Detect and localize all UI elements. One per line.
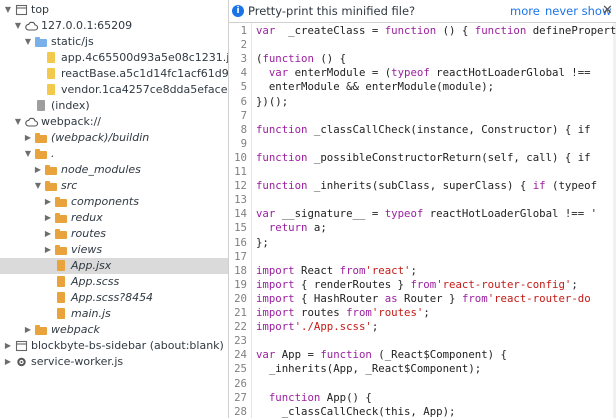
collapsed-arrow-icon[interactable]: ▶ — [23, 130, 33, 146]
file-yellow-icon — [45, 52, 58, 64]
tree-item-top[interactable]: ▼ top — [0, 2, 228, 18]
tree-item-label: service-worker.js — [31, 355, 124, 368]
cloud-icon — [25, 20, 39, 32]
tree-item-reactbase-bundle[interactable]: reactBase.a5c1d14fc1acf61d98e — [0, 66, 228, 82]
tree-item-node-modules[interactable]: ▶ node_modules — [0, 162, 228, 178]
tree-item-label: top — [31, 3, 50, 16]
folder-orange-icon — [55, 212, 68, 224]
expanded-arrow-icon[interactable]: ▼ — [23, 34, 33, 50]
tree-item-label: App.jsx — [71, 259, 112, 272]
tree-item-label: app.4c65500d93a5e08c1231.js — [61, 51, 229, 64]
line-number: 28 — [234, 404, 247, 418]
folder-orange-icon — [35, 148, 48, 160]
tree-item-label: routes — [71, 227, 107, 240]
tree-item-src[interactable]: ▼ src — [0, 178, 228, 194]
folder-orange-icon — [35, 132, 48, 144]
tree-item-label: . — [51, 147, 55, 160]
tree-item-label: App.scss — [71, 275, 120, 288]
folder-orange-icon — [55, 196, 68, 208]
frame-icon — [15, 4, 28, 16]
tree-item-views[interactable]: ▶ views — [0, 242, 228, 258]
tree-item-webpack[interactable]: ▼ webpack:// — [0, 114, 228, 130]
collapsed-arrow-icon[interactable]: ▶ — [43, 226, 53, 242]
collapsed-arrow-icon[interactable]: ▶ — [43, 242, 53, 258]
tree-item-label: src — [61, 179, 78, 192]
more-link[interactable]: more — [510, 0, 540, 22]
folder-orange-icon — [35, 324, 48, 336]
cloud-icon — [25, 116, 39, 128]
folder-blue-icon — [35, 36, 48, 48]
tree-item-label: App.scss?8454 — [71, 291, 154, 304]
expanded-arrow-icon[interactable]: ▼ — [33, 178, 43, 194]
tree-item-origin[interactable]: ▼ 127.0.0.1:65209 — [0, 18, 228, 34]
file-yellow-icon — [45, 68, 58, 80]
close-icon[interactable]: ✕ — [602, 0, 613, 22]
file-orange-icon — [55, 308, 68, 320]
folder-orange-icon — [45, 180, 58, 192]
collapsed-arrow-icon[interactable]: ▶ — [43, 194, 53, 210]
tree-item-label: redux — [71, 211, 103, 224]
expanded-arrow-icon[interactable]: ▼ — [13, 114, 23, 130]
tree-item-label: webpack:// — [41, 115, 102, 128]
file-gray-icon — [35, 100, 48, 112]
tree-item-blockbyte-frame[interactable]: ▶ blockbyte-bs-sidebar (about:blank) — [0, 338, 228, 354]
folder-orange-icon — [55, 228, 68, 240]
tree-item-dot[interactable]: ▼. — [0, 146, 228, 162]
tree-item-label: (webpack)/buildin — [51, 131, 150, 144]
tree-item-label: (index) — [51, 99, 90, 112]
expanded-arrow-icon[interactable]: ▼ — [13, 18, 23, 34]
folder-orange-icon — [55, 244, 68, 256]
tree-item-label: vendor.1ca4257ce8dda5eface9. — [61, 83, 229, 96]
tree-item-label: main.js — [71, 307, 111, 320]
tree-item-redux[interactable]: ▶ redux — [0, 210, 228, 226]
folder-orange-icon — [45, 164, 58, 176]
gear-icon — [15, 356, 28, 368]
tree-item-components[interactable]: ▶ components — [0, 194, 228, 210]
code-editor[interactable]: 1 var _createClass = function () { functi… — [229, 23, 616, 418]
expanded-arrow-icon[interactable]: ▼ — [23, 146, 33, 162]
tree-item-label: blockbyte-bs-sidebar (about:blank) — [31, 339, 224, 352]
tree-item-webpack-buildin[interactable]: ▶ (webpack)/buildin — [0, 130, 228, 146]
file-yellow-icon — [45, 84, 58, 96]
expanded-arrow-icon[interactable]: ▼ — [3, 2, 13, 18]
tree-item-label: views — [71, 243, 103, 256]
tree-item-app-scss-8454[interactable]: App.scss?8454 — [0, 290, 228, 306]
tree-item-static-js[interactable]: ▼ static/js — [0, 34, 228, 50]
file-orange-icon — [55, 276, 68, 288]
collapsed-arrow-icon[interactable]: ▶ — [3, 338, 13, 354]
collapsed-arrow-icon[interactable]: ▶ — [33, 162, 43, 178]
code-text: _classCallCheck(this, App); — [256, 404, 456, 418]
sources-navigator: ▼ top ▼ 127.0.0.1:65209 ▼ static/js app.4c6550… — [0, 0, 229, 418]
tree-item-label: static/js — [51, 35, 94, 48]
tree-item-label: webpack — [51, 323, 100, 336]
tree-item-label: node_modules — [61, 163, 141, 176]
frame-icon — [15, 340, 28, 352]
tree-item-app-scss[interactable]: App.scss — [0, 274, 228, 290]
code-line: 28 _classCallCheck(this, App); — [229, 404, 616, 418]
tree-item-label: components — [71, 195, 139, 208]
infobar-message: Pretty-print this minified file? — [248, 4, 416, 18]
tree-item-vendor-bundle[interactable]: vendor.1ca4257ce8dda5eface9. — [0, 82, 228, 98]
tree-item-label: 127.0.0.1:65209 — [41, 19, 133, 32]
info-icon: i — [232, 5, 244, 17]
pretty-print-infobar: i Pretty-print this minified file? more … — [229, 0, 616, 23]
tree-item-app-jsx[interactable]: App.jsx — [0, 258, 228, 274]
tree-item-main-js[interactable]: main.js — [0, 306, 228, 322]
collapsed-arrow-icon[interactable]: ▶ — [3, 354, 13, 370]
collapsed-arrow-icon[interactable]: ▶ — [43, 210, 53, 226]
file-orange-icon — [55, 292, 68, 304]
tree-item-app-bundle[interactable]: app.4c65500d93a5e08c1231.js — [0, 50, 228, 66]
tree-item-webpack-folder[interactable]: ▶ webpack — [0, 322, 228, 338]
file-orange-icon — [55, 260, 68, 272]
collapsed-arrow-icon[interactable]: ▶ — [23, 322, 33, 338]
tree-item-index[interactable]: (index) — [0, 98, 228, 114]
tree-item-service-worker[interactable]: ▶ service-worker.js — [0, 354, 228, 370]
tree-item-label: reactBase.a5c1d14fc1acf61d98e — [61, 67, 229, 80]
tree-item-routes[interactable]: ▶ routes — [0, 226, 228, 242]
